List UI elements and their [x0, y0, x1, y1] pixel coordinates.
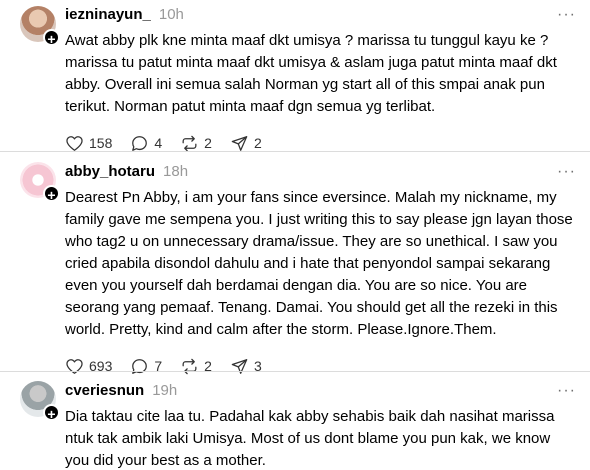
- post-header: cveriesnun 19h ···: [65, 382, 576, 402]
- more-options-icon[interactable]: ···: [557, 382, 576, 400]
- post-text: Dearest Pn Abby, i am your fans since ev…: [65, 189, 573, 338]
- share-button[interactable]: 2: [230, 134, 262, 153]
- like-count: 158: [89, 135, 113, 151]
- post: + cveriesnun 19h ··· Dia taktau cite laa…: [0, 371, 590, 470]
- timestamp: 18h: [163, 163, 189, 180]
- avatar-container[interactable]: +: [20, 6, 60, 47]
- post-text: Dia taktau cite laa tu. Padahal kak abby…: [65, 408, 555, 469]
- follow-plus-icon[interactable]: +: [43, 29, 60, 47]
- avatar-container[interactable]: +: [20, 162, 60, 203]
- post-header: abby_hotaru 18h ···: [65, 163, 576, 183]
- follow-plus-icon[interactable]: +: [43, 185, 60, 203]
- repost-button[interactable]: 2: [180, 134, 212, 153]
- post-header: iezninayun_ 10h ···: [65, 6, 576, 26]
- repost-icon: [182, 135, 197, 151]
- thread-feed: + iezninayun_ 10h ··· Awat abby plk kne …: [0, 0, 590, 470]
- post-text: Awat abby plk kne minta maaf dkt umisya …: [65, 32, 557, 115]
- post: + iezninayun_ 10h ··· Awat abby plk kne …: [0, 0, 590, 151]
- like-button[interactable]: 158: [65, 134, 112, 153]
- repost-count: 2: [204, 135, 212, 151]
- timestamp: 10h: [158, 6, 184, 23]
- comment-icon: [132, 135, 148, 151]
- more-options-icon[interactable]: ···: [557, 6, 576, 24]
- username[interactable]: iezninayun_: [65, 6, 151, 23]
- username[interactable]: cveriesnun: [65, 382, 144, 399]
- follow-plus-icon[interactable]: +: [43, 404, 60, 422]
- send-icon: [231, 135, 248, 151]
- more-options-icon[interactable]: ···: [557, 163, 576, 181]
- reply-button[interactable]: 4: [130, 134, 162, 153]
- username[interactable]: abby_hotaru: [65, 163, 155, 180]
- post: + abby_hotaru 18h ··· Dearest Pn Abby, i…: [0, 151, 590, 374]
- heart-icon: [66, 135, 83, 151]
- share-count: 2: [253, 135, 262, 151]
- timestamp: 19h: [152, 382, 178, 399]
- avatar-container[interactable]: +: [20, 381, 60, 422]
- reply-count: 4: [154, 135, 163, 151]
